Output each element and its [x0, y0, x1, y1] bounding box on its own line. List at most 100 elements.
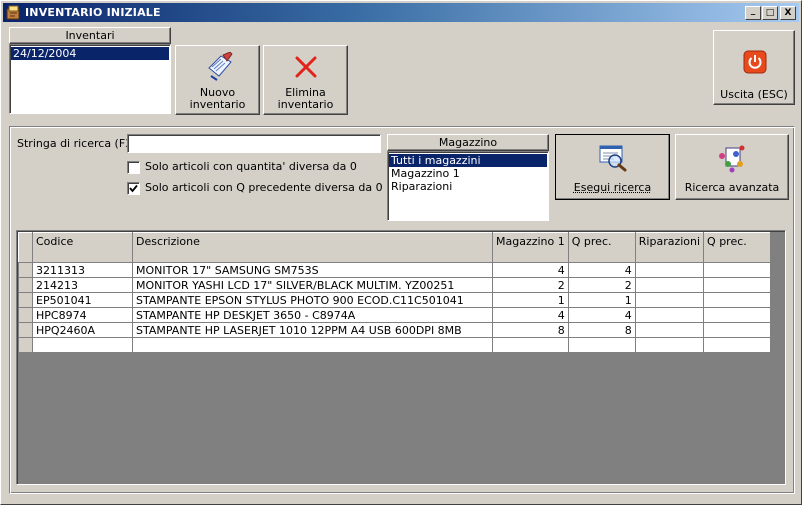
column-header-descrizione[interactable]: Descrizione	[132, 232, 493, 263]
cell-qprec1[interactable]: 1	[567, 292, 636, 308]
table-row[interactable]: 3211313 MONITOR 17" SAMSUNG SM753S 4 4	[18, 262, 772, 278]
maximize-button[interactable]: □	[762, 6, 778, 20]
cell-magazzino1[interactable]: 2	[492, 277, 569, 293]
nonzero-quantity-label[interactable]: Solo articoli con quantita' diversa da 0	[145, 160, 357, 173]
cell-empty[interactable]	[32, 337, 133, 353]
cell-qprec1[interactable]: 4	[567, 262, 636, 278]
cell-codice[interactable]: 3211313	[32, 262, 133, 278]
cell-codice[interactable]: EP501041	[32, 292, 133, 308]
column-header-codice[interactable]: Codice	[32, 232, 133, 263]
cell-codice[interactable]: HPQ2460A	[32, 322, 133, 338]
magazzino-list[interactable]: Tutti i magazzini Magazzino 1 Riparazion…	[387, 151, 549, 221]
exit-label: Uscita (ESC)	[720, 88, 788, 101]
cell-riparazioni[interactable]	[634, 262, 705, 278]
inventari-list[interactable]: 24/12/2004	[9, 44, 171, 114]
cell-qprec2[interactable]	[703, 277, 772, 293]
column-header-magazzino1[interactable]: Magazzino 1	[492, 232, 569, 263]
cell-qprec2[interactable]	[703, 262, 772, 278]
magazzino-item-1[interactable]: Magazzino 1	[389, 167, 547, 180]
cell-descrizione[interactable]: STAMPANTE HP LASERJET 1010 12PPM A4 USB …	[132, 322, 493, 338]
column-header-riparazioni[interactable]: Riparazioni	[634, 232, 705, 263]
table-header-row: Codice Descrizione Magazzino 1 Q prec. R…	[18, 232, 772, 263]
new-inventory-label-2: inventario	[189, 98, 246, 111]
close-icon: X	[784, 7, 792, 18]
row-header-corner	[18, 232, 33, 263]
minimize-button[interactable]: _	[745, 6, 761, 20]
minimize-icon: _	[750, 5, 756, 16]
cell-qprec1[interactable]: 2	[567, 277, 636, 293]
nonzero-prev-quantity-label[interactable]: Solo articoli con Q precedente diversa d…	[145, 181, 383, 194]
search-magnifier-icon	[599, 145, 627, 172]
cell-codice[interactable]: 214213	[32, 277, 133, 293]
delete-x-icon	[295, 56, 317, 78]
execute-search-button[interactable]: Esegui ricerca	[555, 134, 670, 200]
cell-qprec2[interactable]	[703, 292, 772, 308]
inventari-list-item[interactable]: 24/12/2004	[11, 47, 169, 60]
row-header[interactable]	[18, 277, 33, 293]
row-header[interactable]	[18, 322, 33, 338]
nonzero-prev-quantity-checkbox[interactable]	[127, 182, 140, 195]
table-row-empty[interactable]	[18, 337, 772, 353]
row-header[interactable]	[18, 262, 33, 278]
cell-codice[interactable]: HPC8974	[32, 307, 133, 323]
power-icon	[743, 50, 767, 74]
column-header-qprec1[interactable]: Q prec.	[567, 232, 636, 263]
column-header-qprec2[interactable]: Q prec.	[703, 232, 772, 263]
table-row[interactable]: 214213 MONITOR YASHI LCD 17" SILVER/BLAC…	[18, 277, 772, 293]
title-bar[interactable]: INVENTARIO INIZIALE _ □ X	[3, 3, 799, 22]
cell-magazzino1[interactable]: 1	[492, 292, 569, 308]
cell-magazzino1[interactable]: 4	[492, 262, 569, 278]
row-header[interactable]	[18, 337, 33, 353]
magazzino-item-riparazioni[interactable]: Riparazioni	[389, 180, 547, 193]
cell-qprec1[interactable]: 8	[567, 322, 636, 338]
table-row[interactable]: EP501041 STAMPANTE EPSON STYLUS PHOTO 90…	[18, 292, 772, 308]
row-header[interactable]	[18, 307, 33, 323]
cell-riparazioni[interactable]	[634, 277, 705, 293]
magazzino-item-all[interactable]: Tutti i magazzini	[389, 154, 547, 167]
advanced-search-label: Ricerca avanzata	[684, 181, 780, 194]
search-input[interactable]	[127, 134, 381, 153]
maximize-icon: □	[765, 7, 775, 18]
inventari-header: Inventari	[9, 27, 171, 44]
row-header[interactable]	[18, 292, 33, 308]
cell-descrizione[interactable]: STAMPANTE HP DESKJET 3650 - C8974A	[132, 307, 493, 323]
delete-inventory-label-2: inventario	[277, 98, 334, 111]
execute-search-label: Esegui ricerca	[573, 181, 652, 194]
cell-empty[interactable]	[634, 337, 705, 353]
cell-riparazioni[interactable]	[634, 307, 705, 323]
cell-empty[interactable]	[703, 337, 772, 353]
close-button[interactable]: X	[780, 6, 796, 20]
exit-button[interactable]: Uscita (ESC)	[713, 30, 795, 105]
inventari-header-label: Inventari	[65, 29, 115, 42]
cell-empty[interactable]	[492, 337, 569, 353]
cell-qprec2[interactable]	[703, 307, 772, 323]
checkmark-icon	[129, 184, 138, 193]
cell-empty[interactable]	[132, 337, 493, 353]
new-inventory-button[interactable]: Nuovo inventario	[175, 45, 260, 115]
magazzino-header: Magazzino	[387, 134, 549, 151]
cell-descrizione[interactable]: STAMPANTE EPSON STYLUS PHOTO 900 ECOD.C1…	[132, 292, 493, 308]
inventory-table: Codice Descrizione Magazzino 1 Q prec. R…	[18, 232, 772, 353]
cell-magazzino1[interactable]: 4	[492, 307, 569, 323]
cell-empty[interactable]	[567, 337, 636, 353]
delete-inventory-button[interactable]: Elimina inventario	[263, 45, 348, 115]
cell-qprec2[interactable]	[703, 322, 772, 338]
cell-magazzino1[interactable]: 8	[492, 322, 569, 338]
table-row[interactable]: HPC8974 STAMPANTE HP DESKJET 3650 - C897…	[18, 307, 772, 323]
cell-descrizione[interactable]: MONITOR 17" SAMSUNG SM753S	[132, 262, 493, 278]
advanced-search-button[interactable]: Ricerca avanzata	[675, 134, 789, 200]
cell-descrizione[interactable]: MONITOR YASHI LCD 17" SILVER/BLACK MULTI…	[132, 277, 493, 293]
new-document-icon	[208, 52, 233, 81]
table-row[interactable]: HPQ2460A STAMPANTE HP LASERJET 1010 12PP…	[18, 322, 772, 338]
window-title: INVENTARIO INIZIALE	[25, 6, 161, 19]
inventory-grid[interactable]: Codice Descrizione Magazzino 1 Q prec. R…	[16, 230, 786, 485]
nonzero-quantity-checkbox[interactable]	[127, 161, 140, 174]
main-window: INVENTARIO INIZIALE _ □ X Inventari 24/1…	[0, 0, 802, 505]
search-label: Stringa di ricerca (F3)	[17, 137, 137, 150]
cell-qprec1[interactable]: 4	[567, 307, 636, 323]
cell-riparazioni[interactable]	[634, 322, 705, 338]
advanced-search-icon	[719, 145, 745, 173]
app-icon	[6, 5, 20, 20]
cell-riparazioni[interactable]	[634, 292, 705, 308]
magazzino-header-label: Magazzino	[438, 136, 498, 149]
